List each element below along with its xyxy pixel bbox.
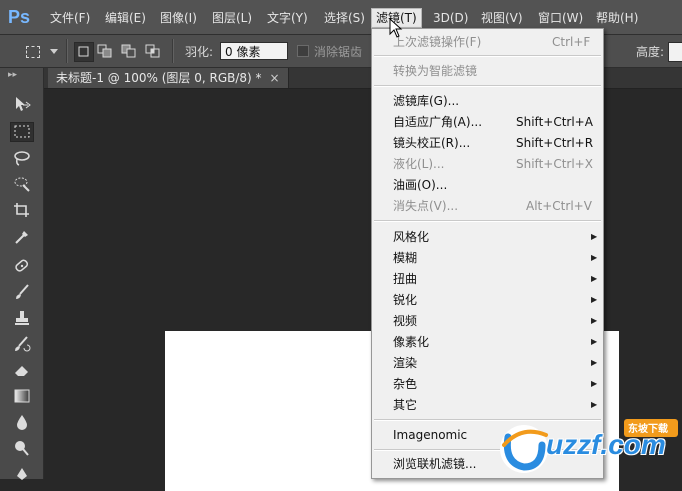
document-tab[interactable]: 未标题-1 @ 100% (图层 0, RGB/8) * × xyxy=(48,68,289,88)
menu-item-lens-correction[interactable]: 镜头校正(R)... Shift+Ctrl+R xyxy=(372,133,603,153)
menu-file[interactable]: 文件(F) xyxy=(46,9,94,27)
lasso-tool-icon[interactable] xyxy=(10,148,34,168)
menu-layer[interactable]: 图层(L) xyxy=(208,9,256,27)
move-tool-icon[interactable] xyxy=(10,94,34,114)
dodge-tool-icon[interactable] xyxy=(10,438,34,458)
feather-input[interactable]: 0 像素 xyxy=(220,42,288,60)
menu-item-noise[interactable]: 杂色 ▶ xyxy=(372,374,603,394)
close-icon[interactable]: × xyxy=(270,71,280,85)
healing-brush-tool-icon[interactable] xyxy=(10,256,34,276)
watermark-badge: 东坡下载 xyxy=(628,424,668,435)
tools-panel: ▸▸ xyxy=(0,68,44,480)
clone-stamp-tool-icon[interactable] xyxy=(10,308,34,328)
menu-item-vanishing-point: 消失点(V)... Alt+Ctrl+V xyxy=(393,199,592,213)
submenu-arrow-icon: ▶ xyxy=(591,295,598,304)
submenu-arrow-icon: ▶ xyxy=(591,379,598,388)
menu-separator xyxy=(374,220,601,222)
submenu-arrow-icon: ▶ xyxy=(591,400,598,409)
menu-item-convert-smart-filter: 转换为智能滤镜 xyxy=(393,64,478,78)
menu-select[interactable]: 选择(S) xyxy=(320,9,369,27)
menu-item-blur[interactable]: 模糊 ▶ xyxy=(372,248,603,268)
menu-item-video[interactable]: 视频 ▶ xyxy=(372,311,603,331)
panel-collapse-icon[interactable]: ▸▸ xyxy=(8,70,17,80)
photoshop-logo: Ps xyxy=(8,7,31,27)
submenu-arrow-icon: ▶ xyxy=(591,358,598,367)
marquee-tool-icon[interactable] xyxy=(10,122,34,142)
submenu-arrow-icon: ▶ xyxy=(591,337,598,346)
mouse-cursor-icon xyxy=(389,18,403,38)
pen-tool-icon[interactable] xyxy=(10,464,34,484)
menu-item-oil-paint[interactable]: 油画(O)... xyxy=(372,175,603,195)
menu-edit[interactable]: 编辑(E) xyxy=(101,9,150,27)
menu-item-stylize[interactable]: 风格化 ▶ xyxy=(372,227,603,247)
menu-item-distort[interactable]: 扭曲 ▶ xyxy=(372,269,603,289)
menu-item-other[interactable]: 其它 ▶ xyxy=(372,395,603,415)
menu-window[interactable]: 窗口(W) xyxy=(534,9,587,27)
crop-tool-icon[interactable] xyxy=(10,200,34,220)
submenu-arrow-icon: ▶ xyxy=(591,253,598,262)
subtract-selection-icon[interactable] xyxy=(120,42,138,60)
menu-item-filter-gallery[interactable]: 滤镜库(G)... xyxy=(372,91,603,111)
filter-menu-dropdown: 上次滤镜操作(F) Ctrl+F 转换为智能滤镜 滤镜库(G)... 自适应广角… xyxy=(371,28,604,479)
feather-label: 羽化: xyxy=(185,45,214,59)
divider xyxy=(172,39,174,63)
menu-item-sharpen[interactable]: 锐化 ▶ xyxy=(372,290,603,310)
menu-item-render[interactable]: 渲染 ▶ xyxy=(372,353,603,373)
menu-3d[interactable]: 3D(D) xyxy=(429,9,472,27)
height-label: 高度: xyxy=(636,45,665,59)
history-brush-tool-icon[interactable] xyxy=(10,334,34,354)
menu-view[interactable]: 视图(V) xyxy=(477,9,527,27)
add-selection-icon[interactable] xyxy=(96,42,114,60)
menu-separator xyxy=(374,85,601,87)
brush-tool-icon[interactable] xyxy=(10,282,34,302)
submenu-arrow-icon: ▶ xyxy=(591,232,598,241)
menu-item-adaptive-wide-angle[interactable]: 自适应广角(A)... Shift+Ctrl+A xyxy=(372,112,603,132)
height-input[interactable] xyxy=(668,42,682,62)
eyedropper-tool-icon[interactable] xyxy=(10,226,34,246)
menu-item-liquify: 液化(L)... Shift+Ctrl+X xyxy=(393,157,593,171)
new-selection-icon[interactable] xyxy=(74,42,94,62)
antialias-checkbox[interactable] xyxy=(297,45,309,57)
intersect-selection-icon[interactable] xyxy=(144,42,162,60)
menu-item-pixelate[interactable]: 像素化 ▶ xyxy=(372,332,603,352)
menu-help[interactable]: 帮助(H) xyxy=(592,9,642,27)
menu-item-last-filter: 上次滤镜操作(F) Ctrl+F xyxy=(393,35,591,49)
quick-selection-tool-icon[interactable] xyxy=(10,174,34,194)
document-tab-title: 未标题-1 @ 100% (图层 0, RGB/8) * xyxy=(56,71,262,85)
watermark-logo: uzzf.com 东坡下载 xyxy=(494,415,682,479)
gradient-tool-icon[interactable] xyxy=(10,386,34,406)
menu-image[interactable]: 图像(I) xyxy=(156,9,201,27)
menu-separator xyxy=(374,55,601,57)
submenu-arrow-icon: ▶ xyxy=(591,274,598,283)
marquee-preset-icon[interactable] xyxy=(24,43,40,59)
chevron-down-icon[interactable] xyxy=(50,49,58,55)
eraser-tool-icon[interactable] xyxy=(10,360,34,380)
menu-type[interactable]: 文字(Y) xyxy=(263,9,312,27)
blur-tool-icon[interactable] xyxy=(10,412,34,432)
divider xyxy=(66,39,68,63)
antialias-label: 消除锯齿 xyxy=(314,45,363,59)
submenu-arrow-icon: ▶ xyxy=(591,316,598,325)
